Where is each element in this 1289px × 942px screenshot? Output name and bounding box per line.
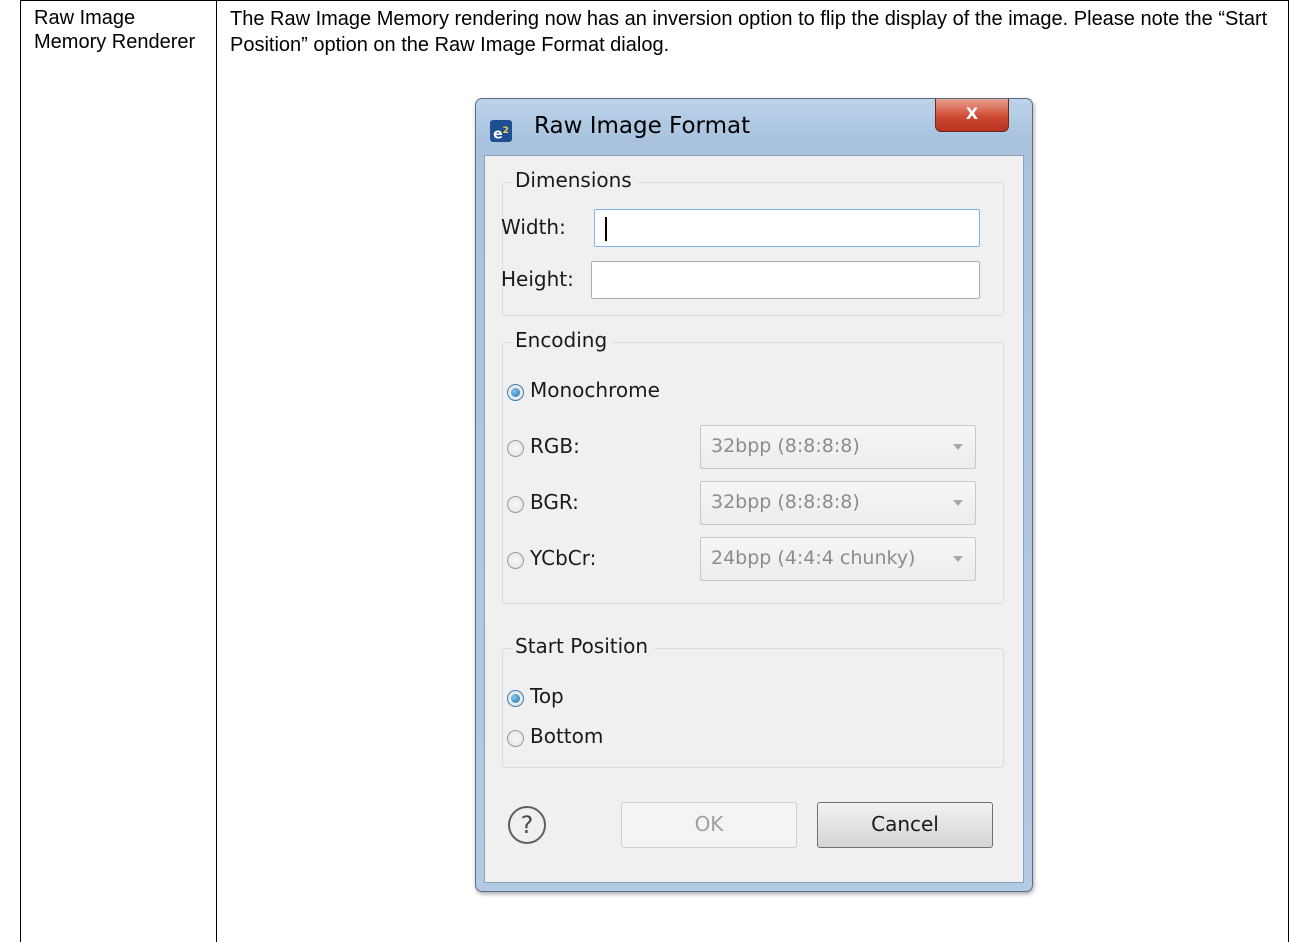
e2-app-icon: e2 [490,120,512,143]
width-label: Width: [501,215,566,239]
question-mark-icon[interactable]: ? [508,806,546,844]
chevron-down-icon [953,500,963,506]
table-border-top [20,0,1289,1]
ycbcr-format-select[interactable]: 24bpp (4:4:4 chunky) [700,537,976,581]
encoding-group-label: Encoding [513,328,614,352]
start-position-group: Start Position Top Bottom [502,634,1004,768]
table-border-left [20,0,21,942]
raw-image-format-dialog: e2 Raw Image Format X Dimensions Width: … [475,98,1033,892]
table-column-divider [216,0,217,942]
rgb-format-value: 32bpp (8:8:8:8) [711,435,860,457]
dimensions-group: Dimensions Width: Height: [501,168,1004,316]
rgb-format-select[interactable]: 32bpp (8:8:8:8) [700,425,976,469]
close-button[interactable]: X [935,99,1009,132]
bgr-format-value: 32bpp (8:8:8:8) [711,491,860,513]
width-field[interactable] [594,209,980,247]
start-position-group-label: Start Position [513,634,655,658]
monochrome-label[interactable]: Monochrome [530,378,660,402]
chevron-down-icon [953,556,963,562]
bgr-label[interactable]: BGR: [530,490,579,514]
cancel-button[interactable]: Cancel [817,802,993,848]
bgr-radio[interactable] [507,496,524,513]
bgr-format-select[interactable]: 32bpp (8:8:8:8) [700,481,976,525]
dimensions-group-label: Dimensions [513,168,638,192]
dialog-title: Raw Image Format [534,113,751,139]
dialog-client-area: Dimensions Width: Height: Encoding Monoc… [484,155,1024,883]
ycbcr-label[interactable]: YCbCr: [530,546,596,570]
height-field[interactable] [591,261,980,299]
bottom-radio[interactable] [507,730,524,747]
encoding-group: Encoding Monochrome RGB: 32bpp (8:8:8:8)… [502,328,1004,604]
ycbcr-format-value: 24bpp (4:4:4 chunky) [711,547,916,569]
dialog-titlebar[interactable]: e2 Raw Image Format X [476,99,1032,155]
bottom-label[interactable]: Bottom [530,724,603,748]
top-label[interactable]: Top [530,684,564,708]
ycbcr-radio[interactable] [507,552,524,569]
ok-button[interactable]: OK [621,802,797,848]
height-label: Height: [501,267,574,291]
feature-name-cell: Raw Image Memory Renderer [34,7,196,53]
rgb-radio[interactable] [507,440,524,457]
top-radio[interactable] [507,690,524,707]
chevron-down-icon [953,444,963,450]
feature-description-cell: The Raw Image Memory rendering now has a… [230,8,1268,56]
text-caret [605,217,607,241]
rgb-label[interactable]: RGB: [530,434,580,458]
monochrome-radio[interactable] [507,384,524,401]
